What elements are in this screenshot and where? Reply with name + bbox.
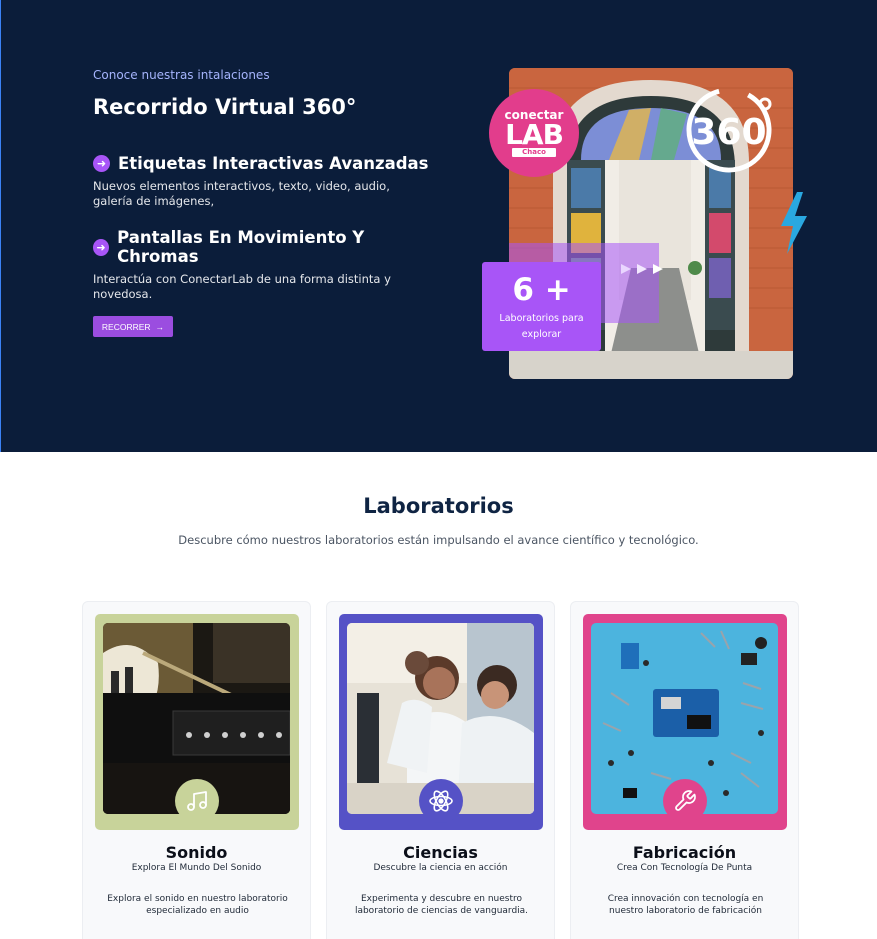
labs-section-subtitle: Descubre cómo nuestros laboratorios está… [178, 533, 699, 547]
feature-description: Nuevos elementos interactivos, texto, vi… [93, 179, 390, 208]
arrow-right-icon: ➜ [93, 238, 110, 256]
labs-section-title: Laboratorios [363, 494, 514, 518]
lightning-icon [781, 192, 807, 254]
lab-card-sonido[interactable]: Sonido Explora El Mundo Del Sonido Explo… [82, 601, 311, 939]
labs-counter-label: Laboratorios para explorar [499, 313, 584, 340]
lab-card-title: Fabricación [632, 843, 737, 862]
lab-card-title: Sonido [165, 843, 228, 862]
feature-description: Interactúa con ConectarLab de una forma … [93, 272, 391, 301]
lab-card-title: Ciencias [403, 843, 478, 862]
lab-card-image-frame [339, 614, 543, 830]
lab-card-image-frame [583, 614, 787, 830]
hero-section: Conoce nuestras intalaciones Recorrido V… [0, 0, 877, 452]
lab-card-image-frame [95, 614, 299, 830]
lab-card-description: Crea innovación con tecnología en nuestr… [607, 894, 764, 916]
hero-title: Recorrido Virtual 360° [93, 95, 357, 119]
arrow-right-icon: → [155, 321, 165, 332]
labs-counter-number: 6 + [512, 272, 571, 308]
svg-text:360: 360 [691, 112, 766, 153]
labs-counter-card: 6 + Laboratorios para explorar [482, 262, 601, 351]
360-icon: 360 [686, 87, 772, 173]
feature-item-pantallas: ➜ Pantallas En Movimiento Y Chromas Inte… [93, 228, 433, 302]
hero-eyebrow: Conoce nuestras intalaciones [93, 68, 270, 82]
recorrer-button-label: RECORRER [101, 321, 151, 332]
feature-item-etiquetas: ➜ Etiquetas Interactivas Avanzadas Nuevo… [93, 154, 433, 209]
lab-card-description: Explora el sonido en nuestro laboratorio… [107, 894, 288, 916]
feature-title: Etiquetas Interactivas Avanzadas [118, 154, 429, 173]
recorrer-button[interactable]: RECORRER → [93, 316, 173, 337]
lab-card-subtitle: Descubre la ciencia en acción [373, 863, 508, 873]
lab-card-subtitle: Crea Con Tecnología De Punta [616, 863, 753, 873]
atom-icon [419, 779, 463, 823]
lab-card-fabricacion[interactable]: Fabricación Crea Con Tecnología De Punta… [570, 601, 799, 939]
lab-card-description: Experimenta y descubre en nuestro labora… [354, 894, 529, 916]
conectarlab-logo: conectar LAB Chaco [489, 89, 579, 177]
lab-card-subtitle: Explora El Mundo Del Sonido [131, 863, 262, 873]
wrench-icon [663, 779, 707, 823]
lab-card-ciencias[interactable]: Ciencias Descubre la ciencia en acción E… [326, 601, 555, 939]
arrow-right-icon: ➜ [93, 155, 110, 172]
feature-title: Pantallas En Movimiento Y Chromas [117, 228, 365, 266]
music-note-icon [175, 779, 219, 823]
